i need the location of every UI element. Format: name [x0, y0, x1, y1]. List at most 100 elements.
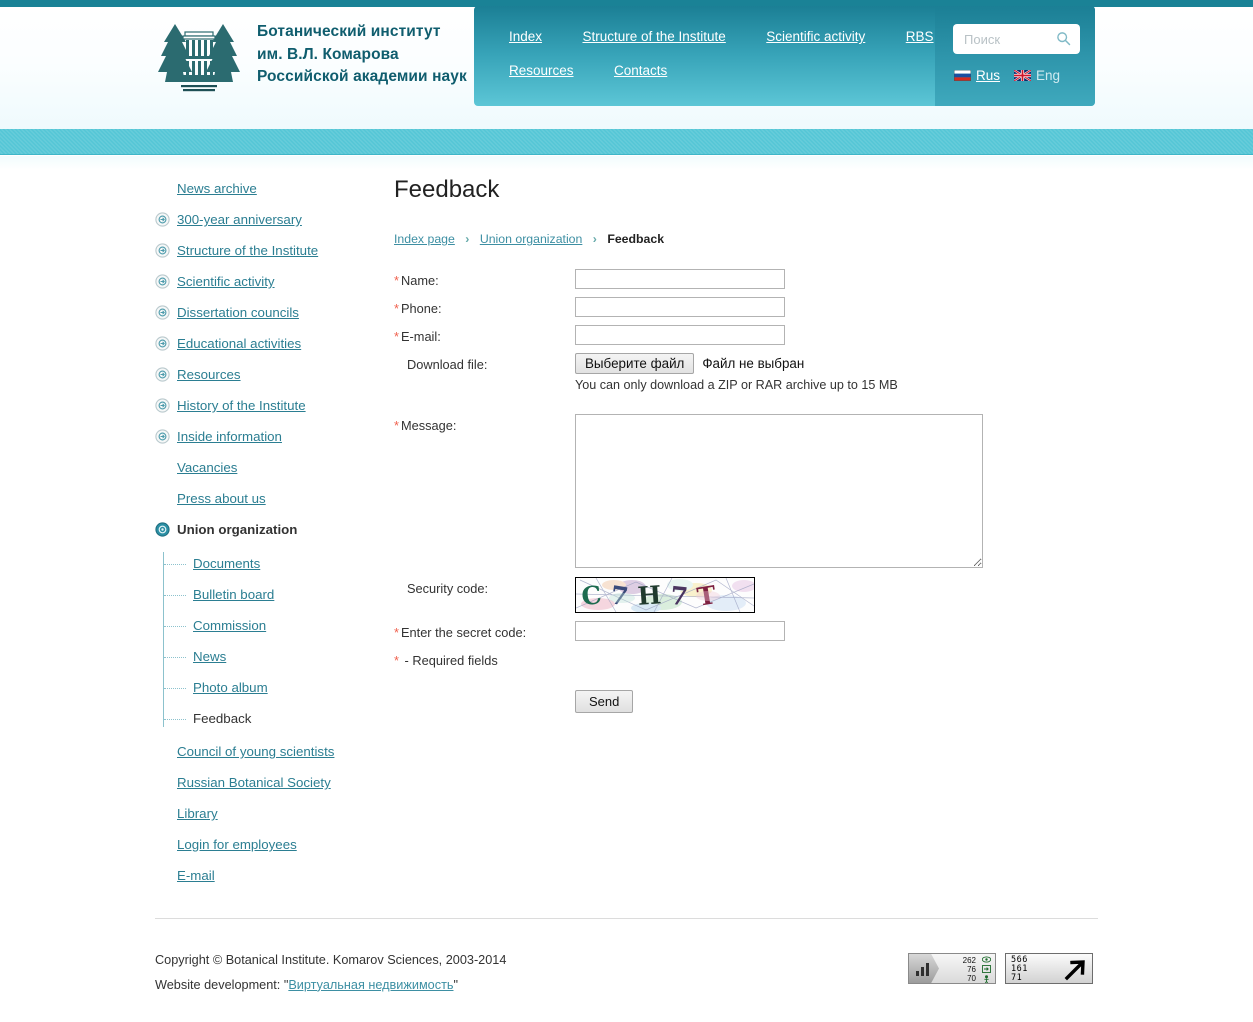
sidebar-item-label[interactable]: Scientific activity: [177, 274, 275, 290]
sidebar-item-educational-activities[interactable]: Educational activities: [155, 335, 380, 366]
message-textarea[interactable]: [575, 414, 983, 568]
nav-resources[interactable]: Resources: [509, 63, 574, 78]
main-navigation-panel: Index Structure of the Institute Scienti…: [474, 6, 1095, 106]
search-input[interactable]: [962, 24, 1054, 54]
message-label-wrap: * Message:: [394, 414, 575, 433]
language-option-rus[interactable]: Rus: [954, 68, 1000, 83]
sidebar-item-union-organization[interactable]: Union organization: [155, 521, 380, 552]
sidebar-item-scientific-activity[interactable]: Scientific activity: [155, 273, 380, 304]
bullet-eye-icon: [155, 212, 170, 227]
email-input[interactable]: [575, 325, 785, 345]
sidebar-item-label[interactable]: Russian Botanical Society: [177, 775, 331, 791]
nav-rbs[interactable]: RBS: [906, 29, 934, 44]
sidebar-item-label[interactable]: E-mail: [177, 868, 215, 884]
sidebar-item-resources[interactable]: Resources: [155, 366, 380, 397]
tree-branch-line: [164, 595, 186, 596]
sidebar-item-history-of-the-institute[interactable]: History of the Institute: [155, 397, 380, 428]
footer-copyright: Copyright © Botanical Institute. Komarov…: [155, 953, 507, 967]
search-box[interactable]: [953, 24, 1080, 54]
sidebar-subitem-documents[interactable]: Documents: [163, 555, 380, 586]
bullet-eye-active-icon: [155, 522, 170, 537]
breadcrumb-index-page[interactable]: Index page: [394, 232, 455, 246]
required-note-wrap: * - Required fields: [394, 649, 575, 668]
breadcrumb-current: Feedback: [607, 232, 665, 246]
nav-row-secondary: Resources Contacts: [509, 62, 667, 80]
phone-label: Phone:: [400, 301, 442, 316]
visits-arrow-icon: [982, 965, 991, 975]
captcha-canvas: С 7 Н 7 Т: [576, 578, 754, 612]
liveinternet-counter[interactable]: 262 76 70: [908, 953, 996, 984]
message-label: Message:: [400, 418, 457, 433]
language-label-eng[interactable]: Eng: [1036, 68, 1060, 83]
sidebar-item-label[interactable]: News archive: [177, 181, 257, 197]
breadcrumb-separator: ›: [592, 232, 597, 246]
nav-row-primary: Index Structure of the Institute Scienti…: [509, 28, 934, 46]
sidebar-item-label[interactable]: Press about us: [177, 491, 266, 507]
sidebar-item-russian-botanical-society[interactable]: Russian Botanical Society: [155, 774, 380, 805]
site-logo-block[interactable]: Ботанический институт им. В.Л. Комарова …: [155, 14, 467, 96]
sidebar-item-library[interactable]: Library: [155, 805, 380, 836]
nav-structure[interactable]: Structure of the Institute: [582, 29, 725, 44]
svg-text:7: 7: [669, 581, 689, 612]
sidebar-subitem-bulletin-board[interactable]: Bulletin board: [163, 586, 380, 617]
sidebar-item-label[interactable]: Inside information: [177, 429, 282, 445]
footer-development-link[interactable]: Виртуальная недвижимость: [288, 978, 453, 992]
nav-contacts[interactable]: Contacts: [614, 63, 667, 78]
language-label-rus[interactable]: Rus: [976, 68, 1000, 83]
sidebar-item-label[interactable]: Resources: [177, 367, 241, 383]
footer-counters: 262 76 70 566 161 71: [908, 953, 1093, 984]
sidebar-item-council-of-young-scientists[interactable]: Council of young scientists: [155, 743, 380, 774]
secret-code-input[interactable]: [575, 621, 785, 641]
sidebar-subitem-label[interactable]: Commission: [193, 618, 266, 633]
sidebar-item-label[interactable]: History of the Institute: [177, 398, 306, 414]
sidebar-item-label[interactable]: Library: [177, 806, 218, 822]
bullet-eye-icon: [155, 429, 170, 444]
sidebar-item-label[interactable]: Educational activities: [177, 336, 301, 352]
site-title-line-1: Ботанический институт: [257, 22, 441, 40]
sidebar-subitem-label[interactable]: Bulletin board: [193, 587, 274, 602]
sidebar-item-vacancies[interactable]: Vacancies: [155, 459, 380, 490]
footer-development-prefix: Website development: ": [155, 977, 289, 992]
counter-values: 262 76 70: [963, 956, 976, 983]
sidebar-item-label[interactable]: Council of young scientists: [177, 744, 334, 760]
name-input[interactable]: [575, 269, 785, 289]
sidebar-item-e-mail[interactable]: E-mail: [155, 867, 380, 898]
rambler-counter[interactable]: 566 161 71: [1005, 953, 1093, 984]
nav-scientific-activity[interactable]: Scientific activity: [766, 29, 865, 44]
sidebar-subitem-photo-album[interactable]: Photo album: [163, 679, 380, 710]
sidebar-item-300-year-anniversary[interactable]: 300-year anniversary: [155, 211, 380, 242]
sidebar-item-login-for-employees[interactable]: Login for employees: [155, 836, 380, 867]
sidebar-item-press-about-us[interactable]: Press about us: [155, 490, 380, 521]
send-button[interactable]: Send: [575, 690, 634, 713]
form-row-file: Download file: Выберите файл Файл не выб…: [394, 353, 1104, 392]
required-marker: *: [394, 653, 399, 668]
nav-utility-area: [935, 6, 1095, 106]
counter-values: 566 161 71: [1011, 956, 1028, 983]
captcha-image[interactable]: С 7 Н 7 Т: [575, 577, 755, 613]
language-option-eng[interactable]: Eng: [1014, 68, 1060, 83]
search-icon[interactable]: [1056, 31, 1071, 46]
sidebar-item-inside-information[interactable]: Inside information: [155, 428, 380, 459]
breadcrumb-union-organization[interactable]: Union organization: [480, 232, 583, 246]
sidebar-subitem-news[interactable]: News: [163, 648, 380, 679]
nav-index[interactable]: Index: [509, 29, 542, 44]
sidebar-item-structure-of-the-institute[interactable]: Structure of the Institute: [155, 242, 380, 273]
secret-code-label: Enter the secret code:: [400, 625, 527, 640]
bullet-eye-icon: [155, 305, 170, 320]
choose-file-button[interactable]: Выберите файл: [575, 353, 695, 374]
sidebar-subitem-commission[interactable]: Commission: [163, 617, 380, 648]
phone-input[interactable]: [575, 297, 785, 317]
form-row-message: * Message:: [394, 414, 1104, 568]
footer-divider: [155, 918, 1098, 919]
site-title-line-3: Российской академии наук: [257, 68, 467, 86]
sidebar-item-news-archive[interactable]: News archive: [155, 180, 380, 211]
sidebar-item-dissertation-councils[interactable]: Dissertation councils: [155, 304, 380, 335]
sidebar-subitem-label[interactable]: News: [193, 649, 226, 664]
sidebar-item-label[interactable]: Login for employees: [177, 837, 297, 853]
sidebar-subitem-label[interactable]: Photo album: [193, 680, 268, 695]
sidebar-item-label[interactable]: Structure of the Institute: [177, 243, 318, 259]
sidebar-subitem-label[interactable]: Documents: [193, 556, 260, 571]
sidebar-item-label[interactable]: 300-year anniversary: [177, 212, 302, 228]
sidebar-item-label[interactable]: Vacancies: [177, 460, 237, 476]
sidebar-item-label[interactable]: Dissertation councils: [177, 305, 299, 321]
